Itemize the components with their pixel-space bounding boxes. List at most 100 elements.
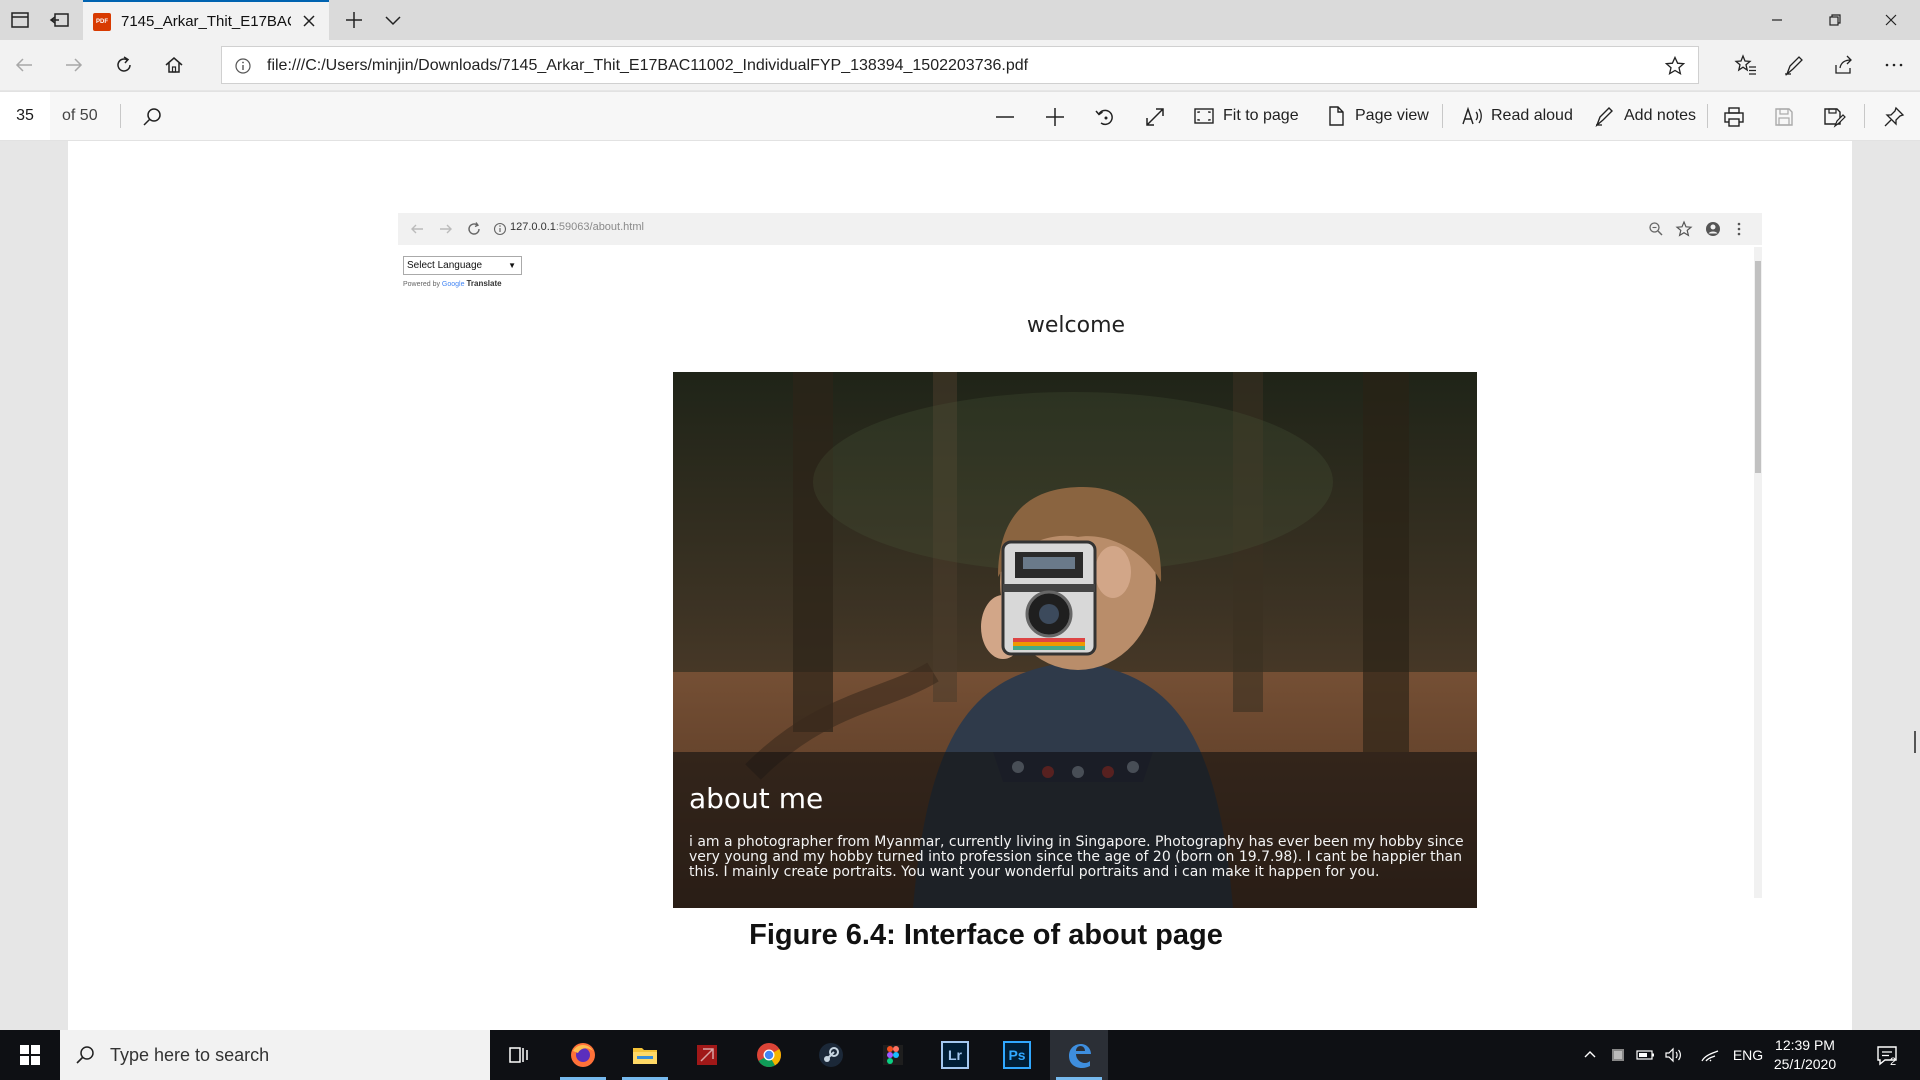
web-note-icon[interactable] (1782, 53, 1806, 77)
full-screen-icon[interactable] (1143, 105, 1167, 129)
page-number-input[interactable]: 35 (0, 92, 50, 140)
tray-app-button[interactable] (1606, 1030, 1630, 1080)
favorites-icon[interactable] (1734, 53, 1758, 77)
dropdown-arrow-icon: ▼ (508, 261, 516, 270)
close-tab-icon[interactable] (299, 11, 319, 31)
pin-toolbar-icon[interactable] (1882, 105, 1906, 129)
taskbar: Type here to search Lr Ps ENG 12:39 PM 2… (0, 1030, 1920, 1080)
search-icon (74, 1044, 96, 1066)
embedded-address-bar: 127.0.0.1:59063/about.html (398, 213, 1762, 245)
forward-icon[interactable] (62, 53, 86, 77)
search-placeholder: Type here to search (110, 1045, 270, 1065)
save-as-icon[interactable] (1822, 105, 1846, 129)
file-explorer-icon (633, 1048, 657, 1064)
restore-button[interactable] (1806, 0, 1864, 40)
back-icon[interactable] (12, 53, 36, 77)
embedded-scrollbar (1754, 247, 1762, 898)
clock-date: 25/1/2020 (1773, 1056, 1837, 1072)
navigation-bar: file:///C:/Users/minjin/Downloads/7145_A… (0, 40, 1920, 90)
file-explorer-app[interactable] (616, 1030, 674, 1080)
task-view-icon (509, 1047, 528, 1063)
add-notes-label: Add notes (1624, 107, 1697, 124)
home-icon[interactable] (162, 53, 186, 77)
embedded-menu-icon (1730, 220, 1748, 238)
toolbar-divider (1442, 104, 1443, 128)
minimize-button[interactable] (1748, 0, 1806, 40)
page-view-button[interactable]: Page view (1325, 92, 1429, 140)
refresh-icon[interactable] (112, 53, 136, 77)
chrome-app[interactable] (740, 1030, 798, 1080)
tray-app-icon (1612, 1049, 1624, 1061)
task-view-button[interactable] (490, 1030, 548, 1080)
action-center-button[interactable]: 2 (1862, 1030, 1912, 1080)
about-me-title: about me (689, 782, 824, 815)
address-bar[interactable]: file:///C:/Users/minjin/Downloads/7145_A… (221, 46, 1699, 84)
google-logo: Google (441, 281, 465, 288)
chevron-up-icon (1584, 1051, 1596, 1058)
close-icon (1885, 14, 1897, 26)
tab-title: 7145_Arkar_Thit_E17BAC (121, 13, 291, 30)
steam-app[interactable] (802, 1030, 860, 1080)
add-notes-button[interactable]: Add notes (1594, 92, 1696, 140)
restore-icon (1829, 14, 1841, 26)
figure-caption: Figure 6.4: Interface of about page (749, 919, 1223, 951)
document-scroll-indicator[interactable] (1914, 731, 1916, 753)
new-tab-icon[interactable] (342, 8, 366, 32)
windows-logo-icon (20, 1045, 40, 1065)
battery-icon (1636, 1050, 1654, 1060)
figma-icon (883, 1045, 903, 1065)
embedded-profile-icon (1704, 220, 1722, 238)
embedded-star-icon (1675, 220, 1693, 238)
firefox-app[interactable] (554, 1030, 612, 1080)
search-icon[interactable] (140, 105, 164, 129)
page-total: of 50 (62, 107, 98, 124)
toolbar-divider (120, 104, 121, 128)
toolbar-divider (1864, 104, 1865, 128)
start-button[interactable] (0, 1030, 60, 1080)
show-hidden-icons-button[interactable] (1578, 1030, 1602, 1080)
fit-to-page-icon (1194, 108, 1214, 124)
tab-preview-chevron-icon[interactable] (381, 8, 405, 32)
favorite-star-icon[interactable] (1664, 55, 1686, 77)
set-tabs-aside-icon[interactable] (48, 8, 72, 32)
close-window-button[interactable] (1862, 0, 1920, 40)
share-icon[interactable] (1832, 53, 1856, 77)
edge-icon (1069, 1044, 1091, 1068)
active-tab[interactable]: PDF 7145_Arkar_Thit_E17BAC (83, 0, 329, 40)
embedded-url-path: :59063/about.html (555, 221, 644, 233)
red-app[interactable] (678, 1030, 736, 1080)
rotate-icon[interactable] (1093, 105, 1117, 129)
volume-button[interactable] (1662, 1030, 1686, 1080)
read-aloud-icon (1462, 106, 1482, 125)
steam-icon (819, 1043, 843, 1067)
edge-app[interactable] (1050, 1030, 1108, 1080)
print-icon[interactable] (1722, 105, 1746, 129)
save-icon[interactable] (1772, 105, 1796, 129)
language-select-label: Select Language (407, 260, 483, 271)
chrome-icon (757, 1043, 781, 1068)
minimize-icon (1772, 19, 1782, 21)
tabs-aside-icon[interactable] (8, 8, 32, 32)
zoom-out-icon[interactable] (993, 105, 1017, 129)
photoshop-app[interactable]: Ps (988, 1030, 1046, 1080)
lightroom-app[interactable]: Lr (926, 1030, 984, 1080)
about-me-text: i am a photographer from Myanmar, curren… (689, 834, 1464, 880)
zoom-in-icon[interactable] (1043, 105, 1067, 129)
page-view-icon (1329, 106, 1344, 126)
fit-to-page-button[interactable]: Fit to page (1193, 92, 1299, 140)
battery-button[interactable] (1634, 1030, 1658, 1080)
network-button[interactable] (1698, 1030, 1722, 1080)
more-menu-icon[interactable] (1882, 53, 1906, 77)
embedded-forward-icon (438, 221, 454, 237)
info-icon[interactable] (234, 57, 252, 75)
system-clock[interactable]: 12:39 PM 25/1/2020 (1760, 1036, 1850, 1074)
powered-by-text: Powered by (403, 281, 440, 288)
taskbar-search-box[interactable]: Type here to search (60, 1030, 490, 1080)
figma-app[interactable] (864, 1030, 922, 1080)
embedded-info-icon (492, 221, 508, 237)
embedded-zoom-icon (1647, 220, 1665, 238)
embedded-url-host: 127.0.0.1 (510, 221, 556, 233)
pdf-document-area[interactable]: 127.0.0.1:59063/about.html Select Langua… (0, 141, 1920, 1030)
powered-by-google-translate: Powered by Google Translate (403, 279, 502, 288)
read-aloud-button[interactable]: Read aloud (1461, 92, 1573, 140)
